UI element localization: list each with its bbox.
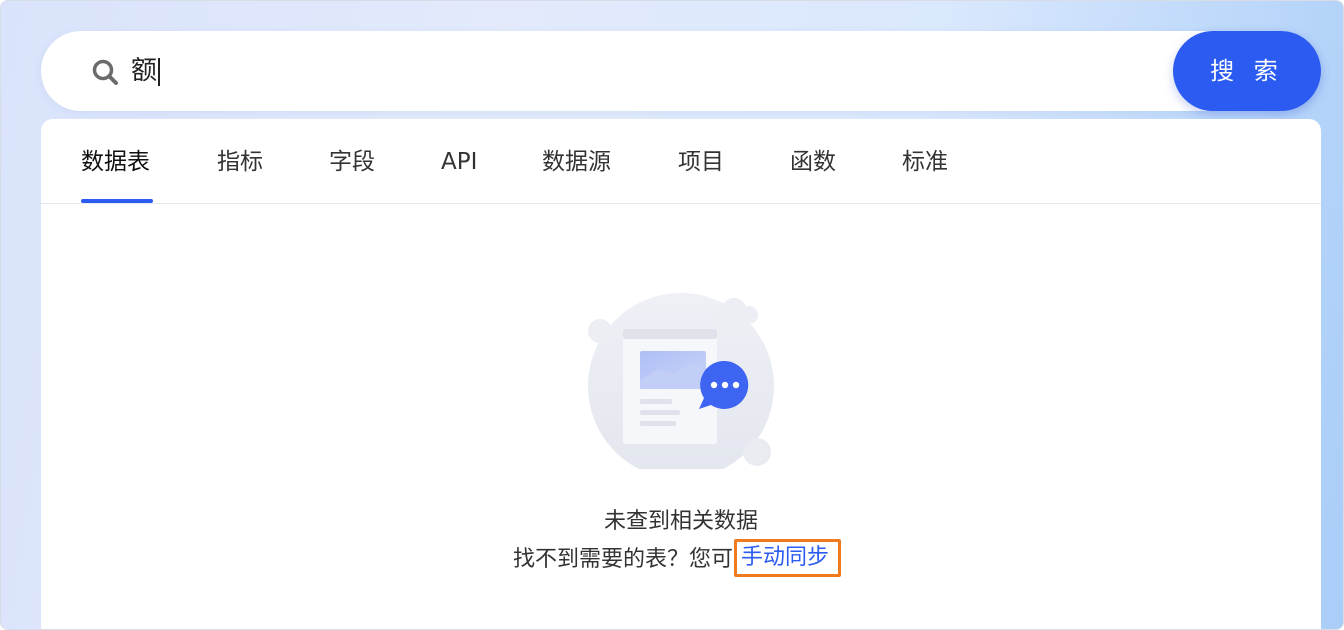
tab-tables[interactable]: 数据表 xyxy=(81,147,150,177)
search-bar[interactable] xyxy=(41,31,1321,111)
search-query: 额 xyxy=(131,56,158,86)
active-tab-indicator xyxy=(81,199,153,203)
empty-state-title: 未查到相关数据 xyxy=(603,509,758,534)
tab-bar: 数据表 指标 字段 API 数据源 项目 函数 标准 xyxy=(41,119,1321,204)
tab-api[interactable]: API xyxy=(441,147,477,177)
hint-text: 找不到需要的表？您可 xyxy=(513,547,734,572)
search-icon xyxy=(92,59,118,85)
manual-sync-link[interactable]: 手动同步 xyxy=(734,539,842,577)
tab-projects[interactable]: 项目 xyxy=(678,147,724,177)
search-input[interactable]: 额 xyxy=(131,53,160,89)
empty-state-hint: 找不到需要的表？您可 手动同步 xyxy=(513,539,842,577)
text-caret xyxy=(158,57,160,86)
empty-state-illustration xyxy=(588,293,774,469)
tab-fields[interactable]: 字段 xyxy=(329,147,375,177)
search-button[interactable]: 搜 索 xyxy=(1173,31,1321,111)
tab-functions[interactable]: 函数 xyxy=(790,147,836,177)
tab-datasources[interactable]: 数据源 xyxy=(542,147,611,177)
app-window: 额 搜 索 数据表 指标 字段 API 数据源 项目 函数 标准 未查到相关数据… xyxy=(0,0,1344,630)
results-panel: 数据表 指标 字段 API 数据源 项目 函数 标准 未查到相关数据 找不到需要… xyxy=(41,119,1321,629)
tab-standards[interactable]: 标准 xyxy=(902,147,948,177)
tab-metrics[interactable]: 指标 xyxy=(217,147,263,177)
